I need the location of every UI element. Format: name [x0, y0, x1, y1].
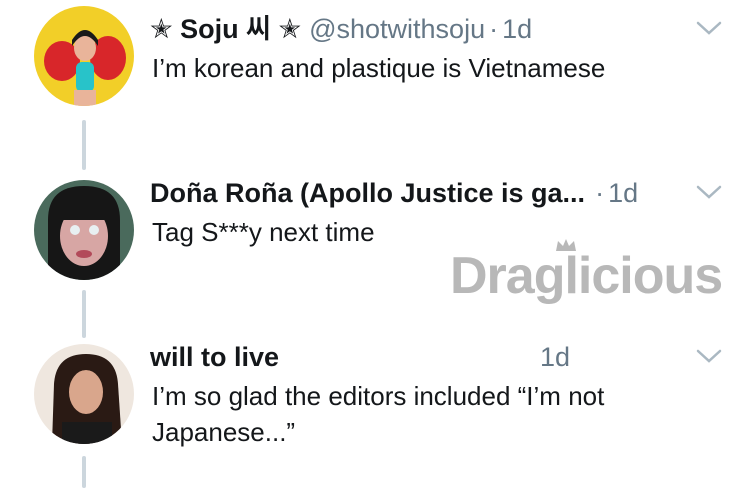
- timestamp[interactable]: 1d: [608, 176, 638, 210]
- tweet-header: Doña Roña (Apollo Justice is ga... · 1d: [150, 176, 638, 210]
- avatar[interactable]: [34, 344, 134, 444]
- chevron-down-icon[interactable]: [696, 20, 722, 36]
- tweet-text: I’m korean and plastique is Vietnamese: [152, 53, 606, 83]
- avatar-image: [34, 6, 134, 106]
- tweet-text: Tag S***y next time: [152, 217, 375, 247]
- tweet-text-line: I’m so glad the editors included “I’m no…: [152, 381, 605, 411]
- display-name[interactable]: ✭ Soju 씨 ✭: [150, 12, 301, 46]
- display-name[interactable]: Doña Roña (Apollo Justice is ga...: [150, 176, 585, 210]
- chevron-down-icon[interactable]: [696, 184, 722, 200]
- tweet-header: ✭ Soju 씨 ✭ @shotwithsoju · 1d: [150, 12, 532, 46]
- avatar-image: [34, 344, 134, 444]
- tweet-text-line: Japanese...”: [152, 417, 296, 447]
- avatar[interactable]: [34, 6, 134, 106]
- display-name[interactable]: will to live: [150, 340, 279, 374]
- separator-dot: ·: [595, 178, 605, 208]
- tweet-text: I’m so glad the editors included “I’m no…: [152, 378, 712, 450]
- crown-icon: [556, 239, 576, 251]
- thread-line: [82, 290, 86, 338]
- tweet-header: will to live: [150, 340, 279, 374]
- timestamp[interactable]: 1d: [502, 12, 532, 46]
- separator-dot: ·: [489, 14, 499, 44]
- avatar[interactable]: [34, 180, 134, 280]
- avatar-image: [34, 180, 134, 280]
- user-handle[interactable]: @shotwithsoju: [309, 12, 485, 46]
- timestamp[interactable]: 1d: [540, 340, 570, 374]
- chevron-down-icon[interactable]: [696, 348, 722, 364]
- thread-line: [82, 456, 86, 488]
- watermark-logo: Draglicious: [450, 247, 723, 305]
- thread-line: [82, 120, 86, 170]
